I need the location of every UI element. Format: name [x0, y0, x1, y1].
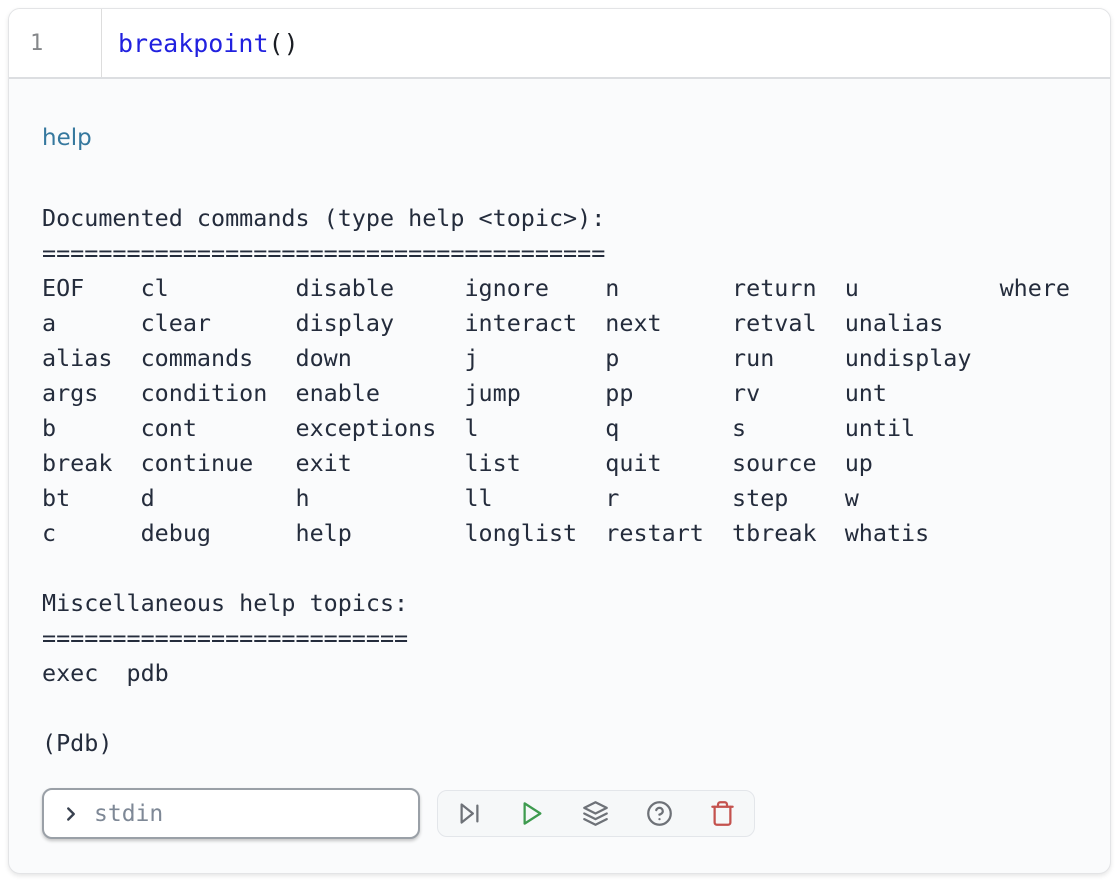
- line-number: 1: [30, 31, 43, 56]
- clear-button[interactable]: [702, 794, 742, 834]
- help-button[interactable]: [639, 794, 679, 834]
- play-icon: [519, 800, 546, 827]
- editor-gutter: 1: [9, 9, 102, 77]
- pdb-help-output: Documented commands (type help <topic>):…: [42, 201, 1090, 761]
- layers-icon: [582, 800, 609, 827]
- code-line: breakpoint(): [102, 9, 299, 77]
- stdin-input[interactable]: [92, 800, 406, 828]
- echoed-command: help: [42, 125, 1090, 151]
- debug-toolbar: [437, 790, 755, 837]
- stdin-input-box[interactable]: [42, 788, 420, 839]
- chevron-right-icon: [60, 803, 82, 825]
- console-area: help Documented commands (type help <top…: [9, 79, 1110, 874]
- code-editor[interactable]: 1 breakpoint(): [9, 9, 1110, 79]
- step-over-button[interactable]: [450, 794, 490, 834]
- skip-forward-icon: [456, 800, 483, 827]
- run-button[interactable]: [513, 794, 553, 834]
- snippets-button[interactable]: [576, 794, 616, 834]
- trash-icon: [709, 800, 736, 827]
- input-row: [42, 788, 1090, 839]
- code-token-parens: (): [269, 29, 299, 58]
- python-debugger-panel: 1 breakpoint() help Documented commands …: [8, 8, 1111, 874]
- code-token-builtin: breakpoint: [118, 29, 269, 58]
- help-circle-icon: [646, 800, 673, 827]
